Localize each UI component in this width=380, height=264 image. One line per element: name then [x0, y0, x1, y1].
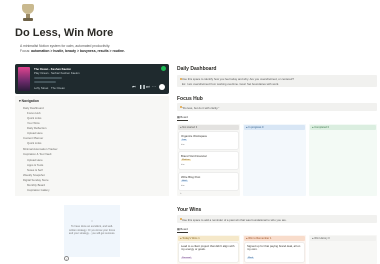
- nav-item[interactable]: Daily Reflection: [27, 126, 46, 130]
- nav-item[interactable]: Focus Hub: [27, 111, 41, 115]
- your-wins-callout: Use this space to add a reminder of a pa…: [177, 215, 377, 223]
- nav-item[interactable]: Daily Dashboard: [23, 106, 44, 110]
- nav-item[interactable]: Monthly Board: [27, 183, 45, 187]
- quote-mark: “: [91, 219, 93, 224]
- task-card[interactable]: Organize Workspace Low due: [179, 132, 238, 149]
- focus-hub-title: Focus Hub: [177, 96, 203, 102]
- nav-item[interactable]: Your Wins: [27, 121, 40, 125]
- column-header-completed[interactable]: ● Completed 0: [310, 125, 376, 130]
- task-card-title: Brand Visit Financial: [181, 153, 207, 158]
- column-header-in-progress[interactable]: ● In progress 0: [244, 125, 305, 130]
- column-header-not-started[interactable]: ● Not started 3: [178, 125, 239, 130]
- intro-focus-bold: automation > hustle, beauty > busyness, …: [31, 49, 125, 53]
- nav-item[interactable]: Apps & Tools: [27, 163, 43, 167]
- nav-item[interactable]: Inspiration & Tool Vault: [23, 152, 51, 156]
- win-card-title: Lead to a client project that didn't ali…: [181, 243, 235, 251]
- column-header-win-history[interactable]: ● Win History 0: [310, 236, 376, 241]
- nav-item[interactable]: Digital Sunday Store: [23, 178, 49, 182]
- daily-dashboard-title: Daily Dashboard: [177, 66, 217, 72]
- page-intro: A minimalist Notion system for calm, aut…: [20, 44, 125, 54]
- task-card[interactable]: Write Blog Post Hold due: [179, 173, 238, 190]
- your-wins-callout-text: Use this space to add a reminder of a pa…: [182, 217, 287, 222]
- next-icon[interactable]: ⏭: [146, 84, 150, 89]
- board-column-completed: [309, 124, 377, 196]
- album-art: [18, 67, 30, 91]
- priority-tag: Low: [181, 139, 188, 141]
- track-row-1: [34, 77, 62, 79]
- column-header-todays-wins[interactable]: ● Today's Wins 1: [178, 236, 239, 241]
- trophy-icon: [18, 3, 38, 23]
- win-card[interactable]: Signed up for that paying brand deal, al…: [245, 243, 304, 262]
- win-card[interactable]: Lead to a client project that didn't ali…: [179, 243, 238, 262]
- task-card-sub: due: [181, 185, 185, 187]
- your-wins-title: Your Wins: [177, 207, 202, 213]
- nav-item[interactable]: Weekly Snapshot: [23, 173, 45, 177]
- player-label-mid: The Ocean: [51, 86, 65, 90]
- music-player-embed[interactable]: The Ocean · Keshen Kaelon Play Ocean · S…: [15, 64, 169, 94]
- task-card-sub: due: [181, 144, 185, 146]
- track-row-2: [34, 81, 56, 83]
- quote-block: “ To have done an excellent, and well-wr…: [64, 205, 120, 257]
- dashboard-callout-line-2: Ex: I am overwhelmed from working overti…: [182, 82, 279, 86]
- nav-item[interactable]: Upload Here: [27, 131, 43, 135]
- task-card[interactable]: Brand Visit Financial Medium due: [179, 152, 238, 169]
- nav-item[interactable]: Notes & Self: [27, 168, 43, 172]
- navigation-panel: ▾ Navigation Daily Dashboard Focus Hub Q…: [15, 96, 169, 196]
- nav-item[interactable]: Content Planner: [23, 136, 43, 140]
- priority-tag: Medium: [181, 159, 191, 161]
- add-card-button[interactable]: +: [180, 191, 182, 195]
- board-column-in-progress: [243, 124, 306, 196]
- nav-item[interactable]: Upload Here: [27, 158, 43, 162]
- win-card-title: Signed up for that paying brand deal, al…: [247, 243, 301, 251]
- task-card-title: Organize Workspace: [181, 133, 208, 138]
- quote-text: To have done an excellent, and well-writ…: [68, 225, 116, 236]
- task-card-title: Write Blog Post: [181, 174, 201, 179]
- player-label-left: Lofty Street: [34, 86, 49, 90]
- nav-item[interactable]: Quick Links: [27, 116, 41, 120]
- nav-item[interactable]: Minimal Automation Tracker: [23, 147, 58, 151]
- intro-line-2: Focus: automation > hustle, beauty > bus…: [20, 49, 125, 53]
- win-tag: Work: [247, 257, 255, 259]
- priority-tag: Hold: [181, 180, 188, 182]
- nav-item[interactable]: Quick Links: [27, 141, 41, 145]
- task-card-sub: due: [181, 164, 185, 166]
- info-icon[interactable]: i: [64, 256, 69, 261]
- pause-icon[interactable]: ❚❚: [139, 84, 146, 89]
- music-logo-icon[interactable]: [161, 66, 166, 71]
- win-tag: Personal: [181, 257, 192, 259]
- page-title: Do Less, Win More: [15, 27, 114, 39]
- focus-hub-board-tab[interactable]: ▦ Board: [177, 115, 188, 121]
- nav-item[interactable]: Inspiration Gallery: [27, 188, 50, 192]
- navigation-heading[interactable]: ▾ Navigation: [19, 99, 39, 103]
- more-icon[interactable]: ⋯: [152, 84, 156, 89]
- column-header-win-to-remember[interactable]: ● Win to Remember 1: [244, 236, 305, 241]
- your-wins-board-tab[interactable]: ▦ Board: [177, 227, 188, 233]
- page-cover: [0, 0, 380, 26]
- focus-hub-callout-text: "Do less, but do it with clarity.": [182, 105, 220, 110]
- prev-icon[interactable]: ⏮: [132, 84, 136, 89]
- dashboard-callout-line-1: Use this space to identify how you feel …: [182, 77, 294, 81]
- dashboard-callout: Use this space to identify how you feel …: [177, 75, 377, 87]
- track-source: Play Ocean · Serbaz Keshen Kaelon: [34, 71, 80, 75]
- play-icon[interactable]: [159, 84, 165, 90]
- focus-hub-callout: "Do less, but do it with clarity.": [177, 103, 377, 111]
